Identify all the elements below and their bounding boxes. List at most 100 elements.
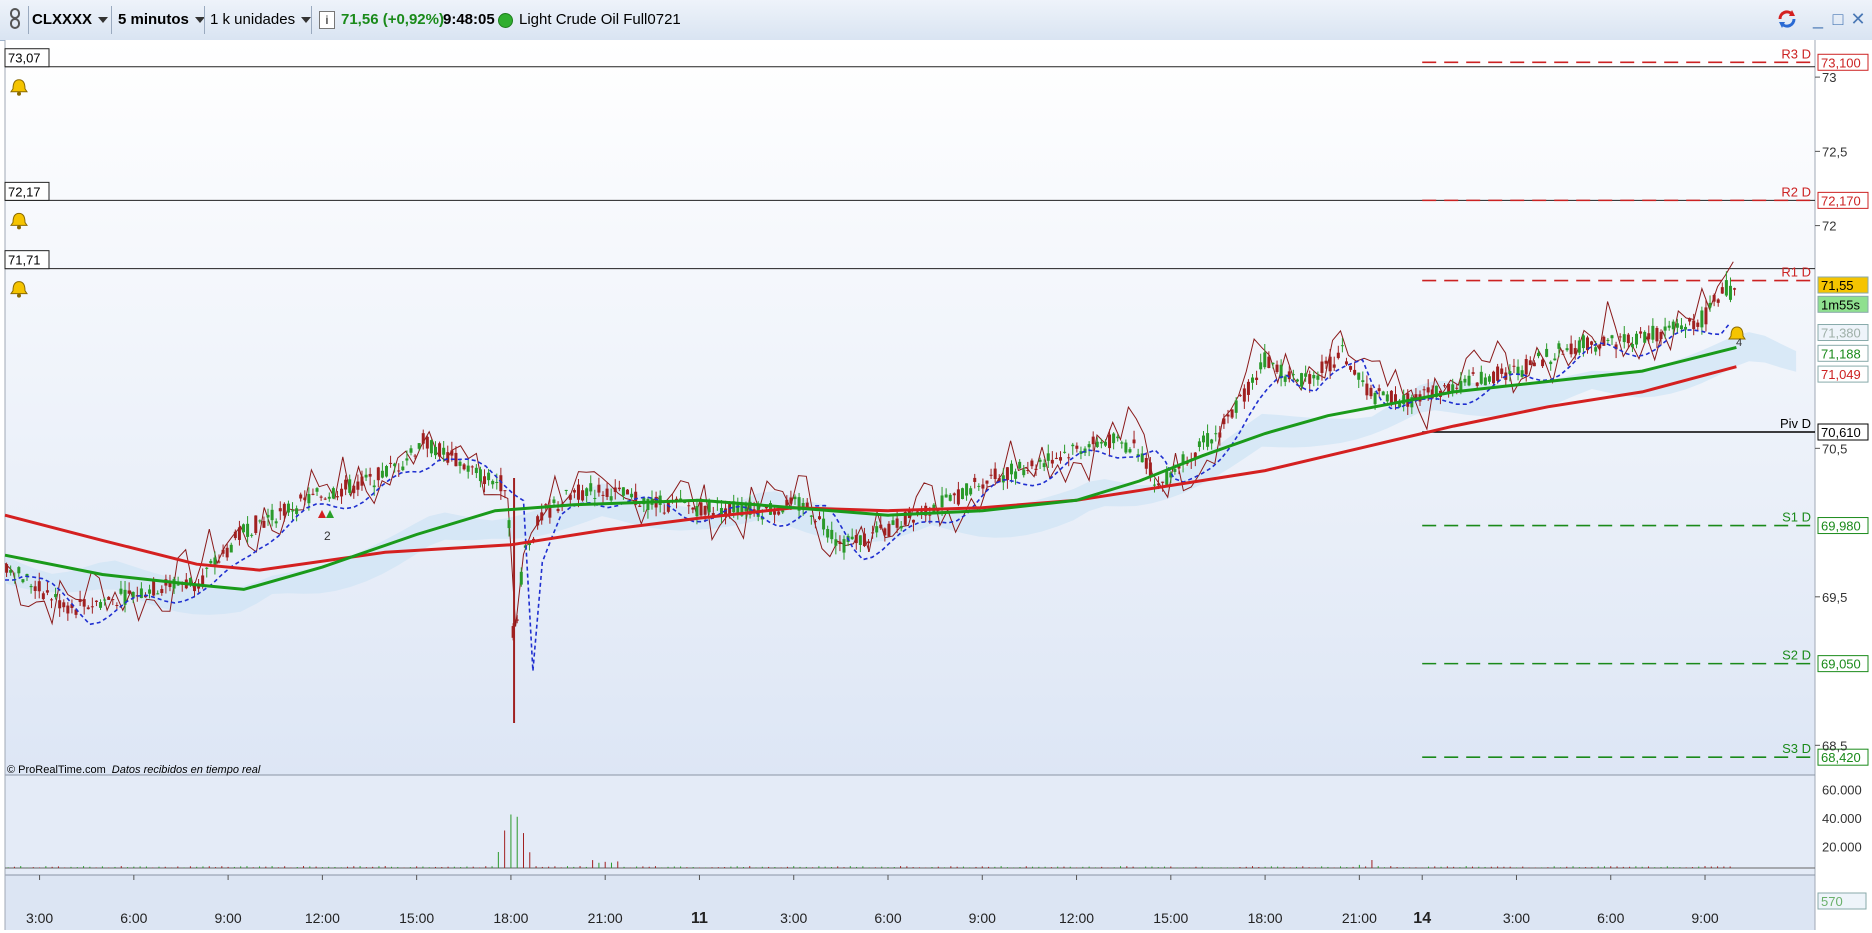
x-tick-label: 15:00 — [1153, 910, 1188, 926]
instrument-selector[interactable]: CLXXXX — [32, 5, 109, 35]
candle-body — [1161, 481, 1165, 483]
candle-body — [1259, 362, 1263, 370]
candle-body — [1344, 361, 1348, 365]
candle-body — [1050, 459, 1054, 464]
last-update-time: 9:48:05 — [443, 11, 495, 28]
candle-body — [1675, 323, 1679, 328]
candle-body — [572, 490, 576, 493]
candle-body — [1353, 369, 1357, 375]
candle-body — [94, 600, 98, 602]
candle-body — [299, 494, 303, 499]
candle-body — [662, 512, 666, 514]
candle-body — [1206, 433, 1210, 447]
candle-body — [1271, 362, 1275, 365]
candle-body — [777, 511, 781, 515]
candle-body — [205, 567, 209, 569]
candle-body — [242, 524, 246, 533]
candle-body — [1708, 302, 1712, 308]
candle-body — [858, 535, 862, 545]
price-tag-label: 71,55 — [1821, 278, 1854, 293]
x-tick-label: 18:00 — [493, 910, 528, 926]
candle-body — [315, 488, 319, 492]
volume-axis-label: 40.000 — [1822, 811, 1862, 826]
candle-body — [462, 464, 466, 470]
candle-body — [1226, 414, 1230, 417]
separator — [311, 6, 312, 34]
x-tick-label: 21:00 — [1342, 910, 1377, 926]
link-icon[interactable] — [6, 5, 26, 35]
candle-body — [1300, 373, 1304, 387]
candle-body — [1704, 307, 1708, 325]
signal-marker-label: 4 — [1736, 337, 1742, 349]
close-icon[interactable]: ✕ — [1848, 8, 1868, 30]
maximize-icon[interactable]: □ — [1828, 8, 1848, 30]
x-tick-label: 12:00 — [1059, 910, 1094, 926]
candle-body — [421, 433, 425, 444]
pivot-name: R3 D — [1781, 46, 1811, 61]
candle-body — [519, 571, 523, 585]
candle-body — [45, 590, 49, 593]
candle-body — [1606, 339, 1610, 341]
candle-body — [1054, 457, 1058, 459]
candle-body — [1336, 352, 1340, 359]
candle-body — [621, 487, 625, 496]
candle-body — [1663, 326, 1667, 331]
candle-body — [1328, 356, 1332, 372]
candle-body — [1524, 359, 1528, 375]
price-tag-label: 71,188 — [1821, 346, 1861, 361]
y-tick-label: 69,5 — [1822, 590, 1847, 605]
price-chart[interactable]: 73,07 72,17 71,71 R3 D 73,100 R2 D 72,170 R1 D… — [0, 40, 1872, 930]
candle-body — [470, 466, 474, 468]
candle-body — [899, 526, 903, 529]
info-icon[interactable]: i — [319, 11, 335, 29]
candle-body — [1099, 442, 1103, 444]
x-tick-label: 6:00 — [1597, 910, 1624, 926]
candle-body — [1255, 377, 1259, 381]
sync-icon[interactable] — [1776, 8, 1796, 30]
candle-body — [458, 461, 462, 466]
candle-body — [1246, 381, 1250, 395]
candle-body — [307, 494, 311, 504]
candle-body — [703, 505, 707, 515]
candle-body — [609, 496, 613, 501]
signal-marker-label: 2 — [324, 529, 331, 543]
candle-body — [1295, 379, 1299, 382]
candle-body — [503, 490, 507, 492]
candle-body — [41, 593, 45, 600]
candle-body — [834, 539, 838, 546]
x-tick-label: 14 — [1413, 910, 1431, 927]
chevron-down-icon — [301, 17, 312, 24]
candle-body — [576, 484, 580, 500]
candle-body — [1059, 457, 1063, 461]
candle-body — [1026, 470, 1030, 472]
candle-body — [1210, 439, 1214, 444]
candle-body — [474, 467, 478, 474]
chart-area[interactable]: 73,07 72,17 71,71 R3 D 73,100 R2 D 72,170 R1 D… — [0, 40, 1872, 930]
candle-body — [1557, 343, 1561, 349]
pivot-value: 69,980 — [1821, 519, 1861, 534]
candle-body — [380, 470, 384, 478]
candle-body — [1308, 374, 1312, 384]
candle-body — [981, 484, 985, 489]
candle-body — [1463, 378, 1467, 383]
candle-body — [1005, 467, 1009, 480]
candle-body — [581, 490, 585, 501]
candle-body — [29, 585, 33, 588]
pivot-name: S3 D — [1782, 741, 1811, 756]
minimize-icon[interactable]: _ — [1808, 8, 1828, 30]
price-tags-layer: 71,55 1m55s 71,380 71,188 71,049 — [1817, 276, 1869, 383]
candle-body — [270, 509, 274, 521]
candle-body — [254, 515, 258, 534]
units-selector[interactable]: 1 k unidades — [210, 5, 312, 35]
candle-body — [1361, 380, 1365, 383]
candle-body — [278, 508, 282, 512]
x-tick-label: 9:00 — [214, 910, 241, 926]
timeframe-selector[interactable]: 5 minutos — [118, 5, 205, 35]
candle-body — [809, 515, 813, 517]
candle-body — [626, 489, 630, 495]
candle-body — [50, 599, 54, 601]
candle-body — [491, 480, 495, 485]
candle-body — [911, 519, 915, 523]
candle-body — [891, 520, 895, 525]
candle-body — [1475, 382, 1479, 386]
